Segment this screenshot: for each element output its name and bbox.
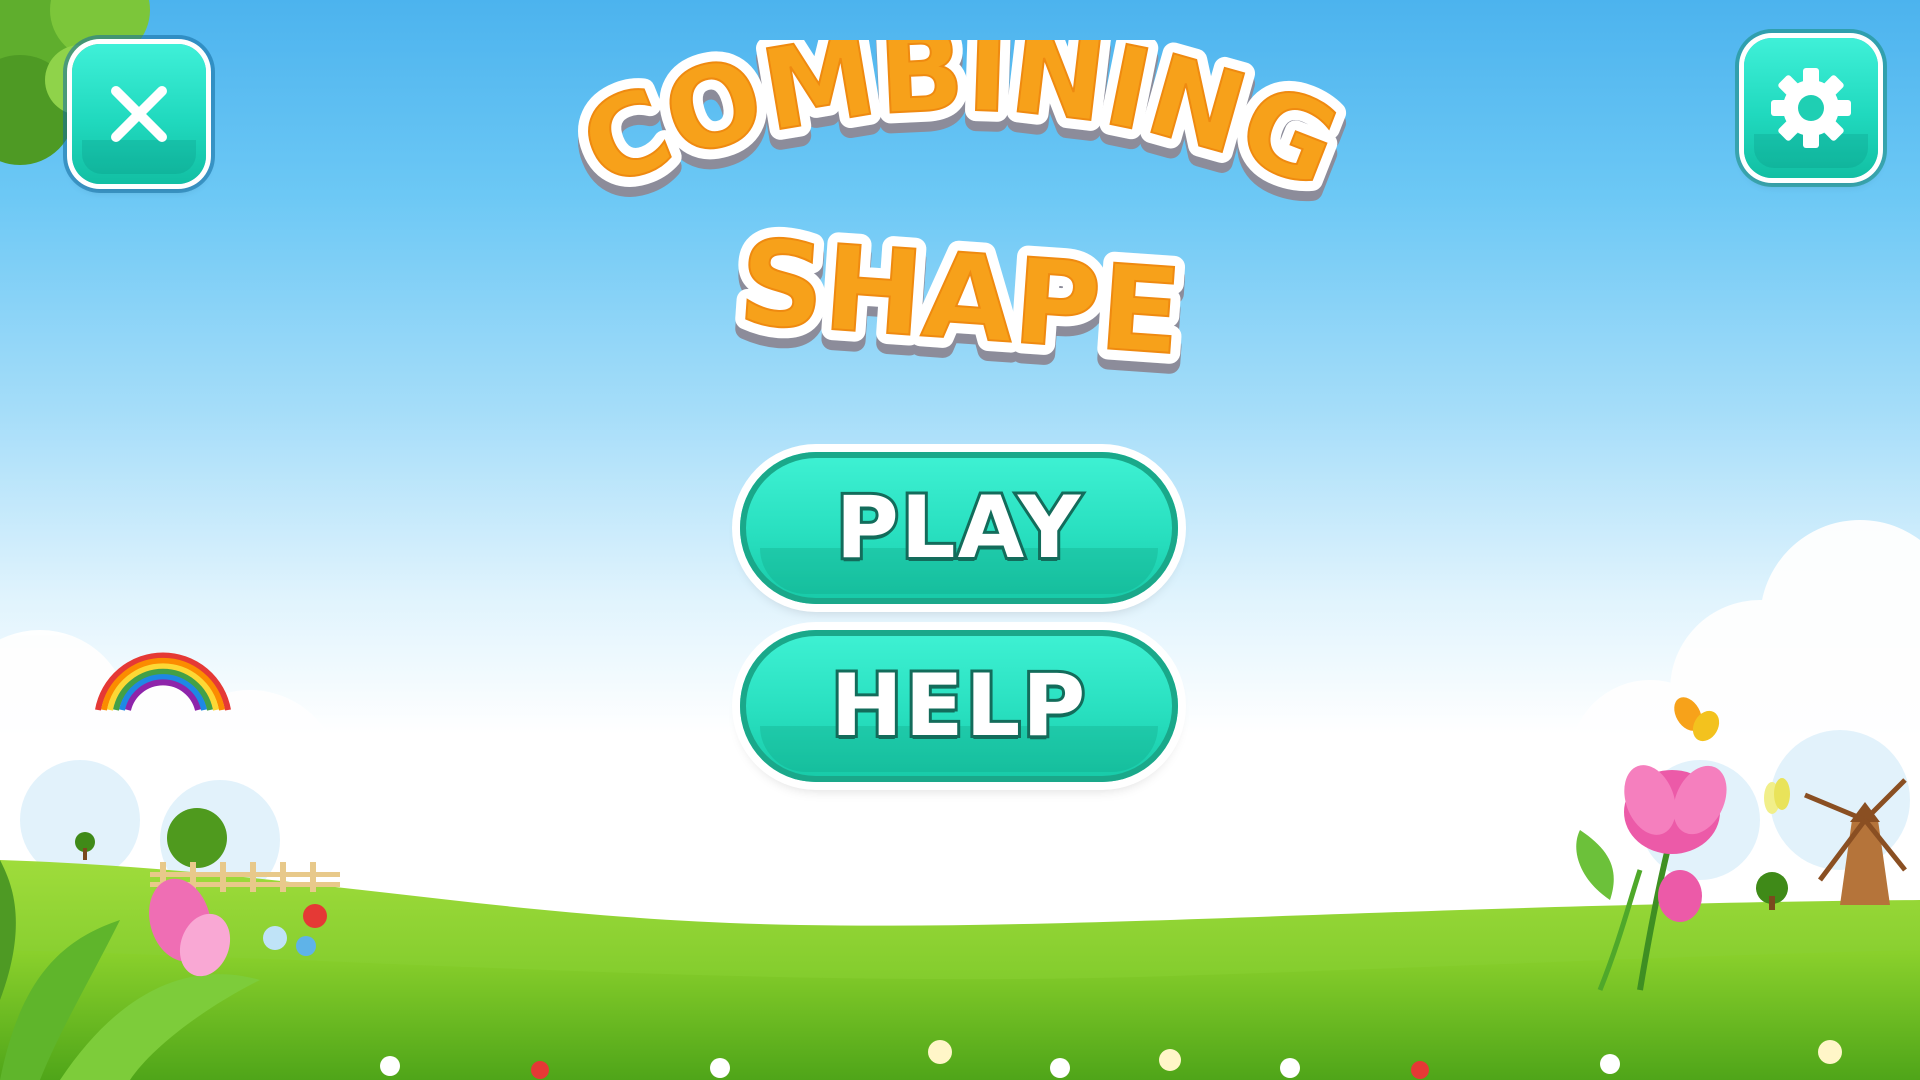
help-button-label: HELP	[828, 653, 1089, 759]
close-button[interactable]	[72, 44, 206, 184]
game-title: COMBINING COMBINING COMBINING SHAPE SHAP…	[554, 40, 1367, 380]
settings-button[interactable]	[1744, 38, 1878, 178]
title-line2: SHAPE	[735, 213, 1186, 380]
play-button[interactable]: PLAY	[740, 452, 1178, 604]
help-button[interactable]: HELP	[740, 630, 1178, 782]
gear-icon	[1771, 68, 1851, 148]
close-icon	[111, 86, 167, 142]
game-main-menu: COMBINING COMBINING COMBINING SHAPE SHAP…	[0, 0, 1920, 1080]
play-button-label: PLAY	[833, 475, 1083, 581]
